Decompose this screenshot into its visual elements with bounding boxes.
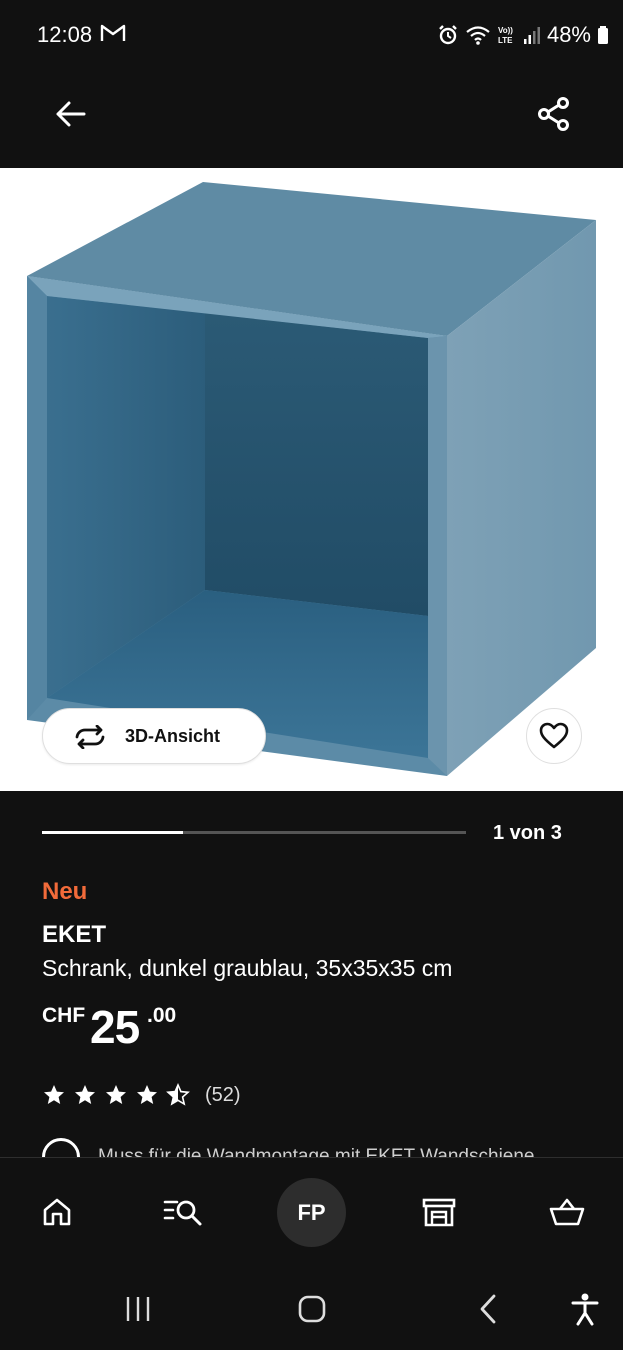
recent-apps-button[interactable] xyxy=(116,1287,160,1331)
basket-icon xyxy=(549,1198,585,1226)
star-full-icon xyxy=(44,1085,64,1104)
home-circle-icon xyxy=(298,1295,326,1323)
svg-text:Vo)): Vo)) xyxy=(498,26,513,35)
store-icon xyxy=(422,1198,456,1227)
star-full-icon xyxy=(75,1085,95,1104)
heart-icon xyxy=(539,722,569,749)
status-time: 12:08 xyxy=(37,22,93,47)
gallery-progress: 1 von 3 xyxy=(0,791,623,875)
rating-count: (52) xyxy=(205,1083,241,1106)
app-header xyxy=(0,72,623,168)
gmail-icon xyxy=(100,24,126,41)
home-system-button[interactable] xyxy=(290,1287,334,1331)
nav-search[interactable] xyxy=(161,1190,205,1234)
signal-icon xyxy=(523,27,540,44)
price-decimal: .00 xyxy=(147,1004,177,1027)
alarm-icon xyxy=(439,25,457,45)
star-half-icon xyxy=(166,1083,190,1106)
recent-apps-icon xyxy=(126,1297,150,1321)
nav-store[interactable] xyxy=(417,1190,461,1234)
nav-home[interactable] xyxy=(35,1190,79,1234)
product-name: EKET xyxy=(42,921,107,948)
gallery-counter: 1 von 3 xyxy=(493,822,562,844)
star-full-icon xyxy=(106,1085,126,1104)
gallery-progress-fill xyxy=(42,831,184,834)
battery-icon xyxy=(598,26,608,44)
nav-profile[interactable]: FP xyxy=(277,1178,346,1247)
product-rating[interactable]: (52) xyxy=(42,1082,241,1108)
share-button[interactable] xyxy=(532,92,576,136)
home-icon xyxy=(43,1198,71,1226)
volte-icon: Vo)) LTE xyxy=(498,26,513,45)
info-icon xyxy=(42,1138,80,1158)
product-image xyxy=(27,182,596,776)
back-system-button[interactable] xyxy=(466,1287,510,1331)
system-navigation xyxy=(0,1267,623,1350)
price-currency: CHF xyxy=(42,1004,86,1027)
view-3d-label: 3D-Ansicht xyxy=(125,726,221,746)
battery-percent: 48% xyxy=(546,22,591,47)
nav-basket[interactable] xyxy=(545,1190,589,1234)
search-list-icon xyxy=(163,1200,202,1226)
svg-text:LTE: LTE xyxy=(498,36,513,45)
favorite-button[interactable] xyxy=(526,708,582,764)
star-full-icon xyxy=(137,1085,157,1104)
new-badge: Neu xyxy=(42,878,88,905)
back-button[interactable] xyxy=(48,92,92,136)
arrow-left-icon xyxy=(56,101,86,127)
view-3d-button[interactable]: 3D-Ansicht xyxy=(42,708,266,764)
status-icons: Vo)) LTE 48% xyxy=(437,22,609,48)
bottom-navigation: FP xyxy=(0,1157,623,1267)
wifi-icon xyxy=(466,26,490,45)
accessibility-button[interactable] xyxy=(563,1287,607,1331)
rotate-3d-icon xyxy=(75,725,105,749)
product-image-gallery[interactable]: 3D-Ansicht xyxy=(0,168,623,791)
gallery-progress-track xyxy=(42,831,466,834)
wall-mount-notice[interactable]: Muss für die Wandmontage mit EKET Wandsc… xyxy=(42,1134,602,1158)
back-chevron-icon xyxy=(480,1294,496,1324)
price-integer: 25 xyxy=(90,1001,140,1053)
share-icon xyxy=(538,97,569,131)
product-description: Schrank, dunkel graublau, 35x35x35 cm xyxy=(42,955,453,981)
status-bar: 12:08 Vo)) LTE 48% xyxy=(0,0,623,72)
accessibility-icon xyxy=(571,1293,599,1326)
